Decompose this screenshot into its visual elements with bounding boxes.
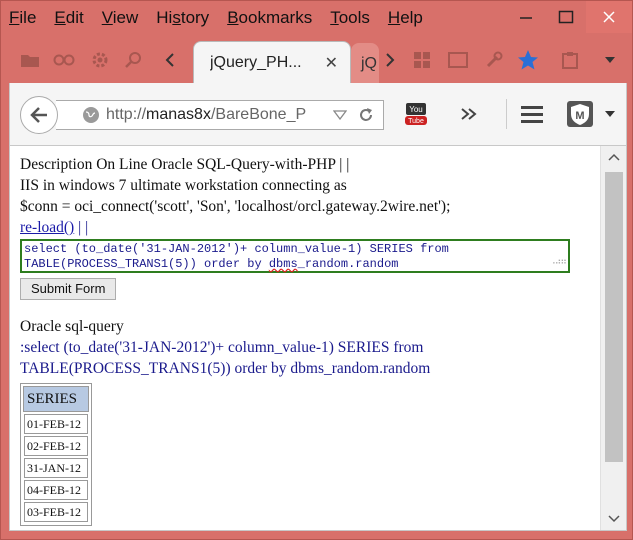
sql-query-textarea[interactable]: select (to_date('31-JAN-2012')+ column_v… xyxy=(20,239,570,273)
back-button[interactable] xyxy=(20,96,58,134)
tab-strip: jQuery_PH... ✕ jQ xyxy=(1,37,633,83)
svg-text:Tube: Tube xyxy=(408,118,424,125)
scroll-tabs-left-icon[interactable] xyxy=(159,49,181,71)
menu-bookmarks[interactable]: Bookmarks xyxy=(227,8,312,28)
shield-icon[interactable]: M xyxy=(562,97,598,131)
url-bar[interactable]: http://manas8x/BareBone_P xyxy=(56,100,384,130)
sql-line-2: TABLE(PROCESS_TRANS1(5)) order by dbms_r… xyxy=(24,257,399,271)
minimize-icon xyxy=(520,17,532,19)
sql-line-1: select (to_date('31-JAN-2012')+ column_v… xyxy=(24,242,449,256)
window-icon[interactable] xyxy=(447,49,469,71)
tab-title: jQuery_PH... xyxy=(210,53,302,71)
scroll-tabs-right-icon[interactable] xyxy=(379,49,401,71)
tab-next[interactable]: jQ xyxy=(351,43,379,83)
reload-link[interactable]: re-load() xyxy=(20,219,74,236)
menu-file[interactable]: File xyxy=(9,8,36,28)
gear-icon[interactable] xyxy=(89,49,111,71)
results-table: SERIES 01-FEB-12 02-FEB-12 31-JAN-12 04-… xyxy=(20,383,92,526)
hamburger-menu-icon[interactable] xyxy=(514,97,550,131)
minimize-button[interactable] xyxy=(506,1,546,33)
table-row: 31-JAN-12 xyxy=(24,458,88,478)
close-icon xyxy=(603,11,615,23)
iis-line: IIS in windows 7 ultimate workstation co… xyxy=(20,177,347,194)
tab-next-title: jQ xyxy=(361,55,377,72)
table-row: 03-FEB-12 xyxy=(24,502,88,522)
reload-icon[interactable] xyxy=(357,106,375,124)
wrench-icon[interactable] xyxy=(483,49,505,71)
description-line: Description On Line Oracle SQL-Query-wit… xyxy=(20,156,350,173)
menu-tools[interactable]: Tools xyxy=(330,8,370,28)
reload-suffix: | | xyxy=(78,219,89,236)
scroll-down-icon[interactable] xyxy=(601,508,626,530)
query-heading: Oracle sql-query xyxy=(20,318,124,335)
overflow-chevrons-icon[interactable] xyxy=(454,97,484,131)
url-text: http://manas8x/BareBone_P xyxy=(106,106,307,123)
navigation-bar: http://manas8x/BareBone_P Tube You M xyxy=(9,83,627,145)
reload-row: re-load() | | xyxy=(20,217,600,238)
menu-view[interactable]: View xyxy=(102,8,139,28)
menu-history[interactable]: History xyxy=(156,8,209,28)
browser-window: File Edit View History Bookmarks Tools H… xyxy=(0,0,633,540)
glasses-icon[interactable] xyxy=(53,49,75,71)
maximize-button[interactable] xyxy=(546,1,586,33)
youtube-icon[interactable]: Tube You xyxy=(398,97,434,131)
window-controls xyxy=(506,1,632,33)
query-text-line-2: TABLE(PROCESS_TRANS1(5)) order by dbms_r… xyxy=(20,360,431,377)
search-icon[interactable] xyxy=(123,49,145,71)
grid-icon[interactable] xyxy=(411,49,433,71)
menu-help[interactable]: Help xyxy=(388,8,423,28)
table-header-series: SERIES xyxy=(23,386,89,412)
menu-edit[interactable]: Edit xyxy=(54,8,83,28)
tab-active[interactable]: jQuery_PH... ✕ xyxy=(193,41,351,83)
clipboard-icon[interactable] xyxy=(559,49,581,71)
globe-icon xyxy=(82,106,100,124)
maximize-icon xyxy=(558,10,574,24)
svg-text:M: M xyxy=(575,110,584,122)
vertical-scrollbar[interactable] xyxy=(600,146,626,530)
conn-line: $conn = oci_connect('scott', 'Son', 'loc… xyxy=(20,198,451,215)
tab-close-icon[interactable]: ✕ xyxy=(325,53,338,73)
table-row: 01-FEB-12 xyxy=(24,414,88,434)
page-content: Description On Line Oracle SQL-Query-wit… xyxy=(20,154,600,526)
submit-form-button[interactable]: Submit Form xyxy=(20,278,117,300)
menu-bar: File Edit View History Bookmarks Tools H… xyxy=(9,5,441,31)
table-row: 02-FEB-12 xyxy=(24,436,88,456)
query-text-line-1: :select (to_date('31-JAN-2012')+ column_… xyxy=(20,339,424,356)
star-icon[interactable] xyxy=(517,49,539,71)
scroll-up-icon[interactable] xyxy=(601,146,626,168)
folder-icon[interactable] xyxy=(19,49,41,71)
chevron-down-icon[interactable] xyxy=(599,49,621,71)
extension-dropdown-icon[interactable] xyxy=(602,97,618,131)
svg-text:You: You xyxy=(409,105,423,114)
toolbar-divider xyxy=(506,99,507,129)
resize-grip-icon[interactable]: ⠠⠴⠶ xyxy=(549,255,567,270)
table-row: 04-FEB-12 xyxy=(24,480,88,500)
url-dropdown-icon[interactable] xyxy=(333,110,347,120)
close-window-button[interactable] xyxy=(586,1,632,33)
page-viewport: Description On Line Oracle SQL-Query-wit… xyxy=(9,145,627,531)
scrollbar-thumb[interactable] xyxy=(605,172,623,462)
arrow-left-icon xyxy=(30,107,47,123)
